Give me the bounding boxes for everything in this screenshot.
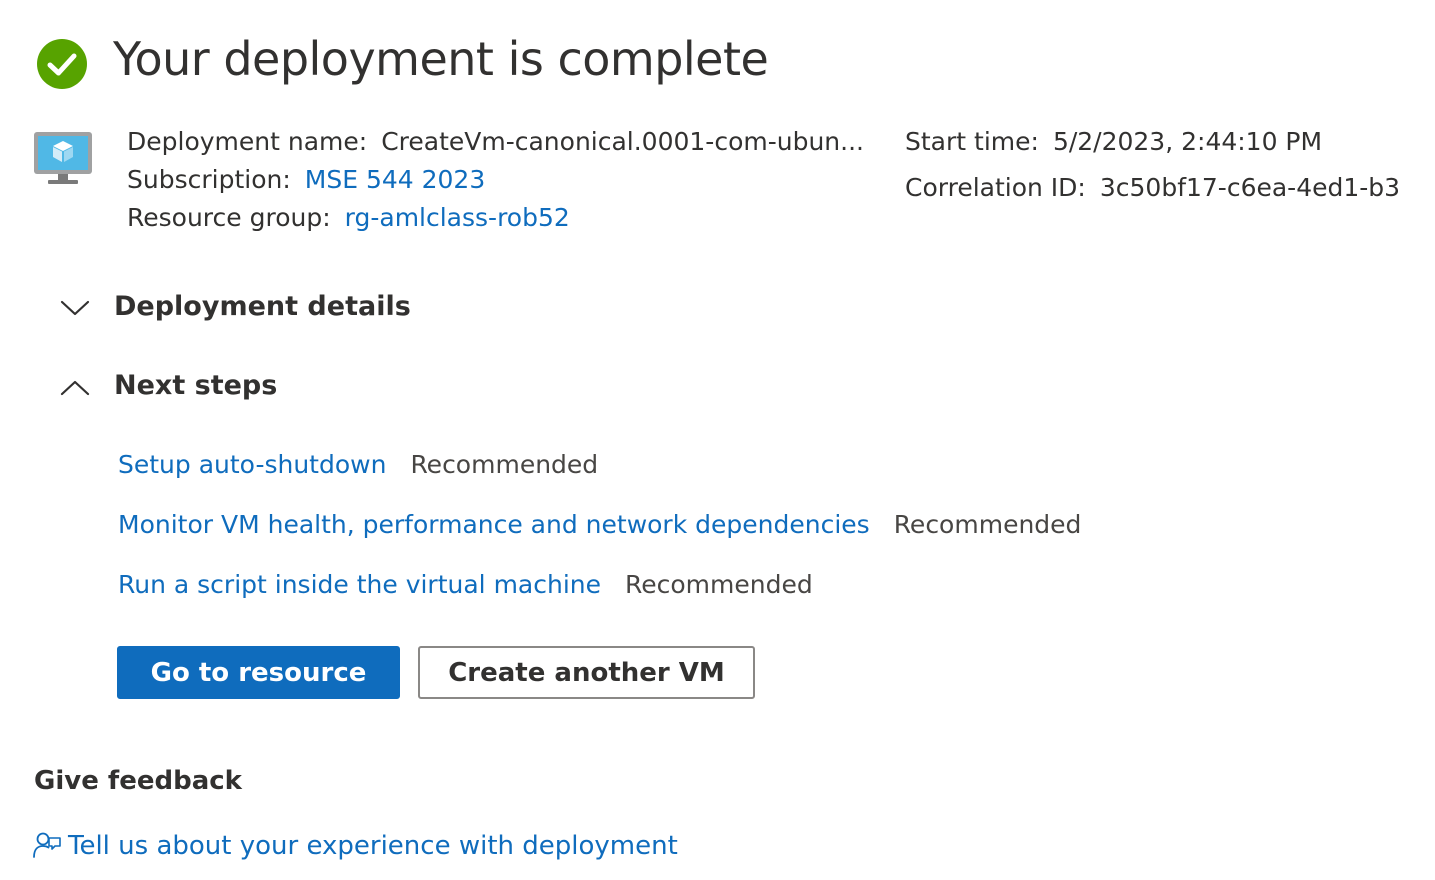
correlation-id-row: Correlation ID: 3c50bf17-c6ea-4ed1-b3: [905, 171, 1400, 205]
correlation-id-value: 3c50bf17-c6ea-4ed1-b3: [1099, 173, 1401, 202]
recommended-tag: Recommended: [410, 450, 599, 479]
deployment-name-label: Deployment name:: [127, 127, 368, 156]
run-script-link[interactable]: Run a script inside the virtual machine: [118, 570, 601, 599]
deployment-details-header[interactable]: Deployment details: [114, 289, 411, 325]
correlation-id-label: Correlation ID:: [905, 173, 1086, 202]
feedback-person-icon: [33, 832, 61, 858]
subscription-link[interactable]: MSE 544 2023: [305, 165, 485, 194]
resource-group-row: Resource group: rg-amlclass-rob52: [127, 201, 570, 235]
deployment-name-row: Deployment name: CreateVm-canonical.0001-…: [127, 125, 864, 159]
deployment-name-value: CreateVm-canonical.0001-com-ubun...: [381, 127, 864, 156]
give-feedback-heading: Give feedback: [34, 766, 242, 796]
feedback-link[interactable]: Tell us about your experience with deplo…: [68, 828, 678, 864]
next-step-item: Run a script inside the virtual machine R…: [118, 568, 813, 602]
start-time-row: Start time: 5/2/2023, 2:44:10 PM: [905, 125, 1322, 159]
check-circle-icon: [37, 39, 87, 89]
chevron-down-icon[interactable]: [60, 298, 90, 318]
page-title: Your deployment is complete: [113, 32, 769, 86]
chevron-up-icon[interactable]: [60, 378, 90, 398]
create-another-vm-button[interactable]: Create another VM: [418, 646, 755, 699]
monitor-vm-health-link[interactable]: Monitor VM health, performance and netwo…: [118, 510, 870, 539]
recommended-tag: Recommended: [625, 570, 813, 599]
next-steps-header[interactable]: Next steps: [114, 368, 277, 404]
setup-auto-shutdown-link[interactable]: Setup auto-shutdown: [118, 450, 386, 479]
start-time-value: 5/2/2023, 2:44:10 PM: [1052, 127, 1323, 156]
virtual-machine-icon: [34, 132, 92, 184]
resource-group-label: Resource group:: [127, 203, 331, 232]
subscription-label: Subscription:: [127, 165, 291, 194]
recommended-tag: Recommended: [893, 510, 1082, 539]
go-to-resource-button[interactable]: Go to resource: [117, 646, 400, 699]
next-step-item: Monitor VM health, performance and netwo…: [118, 508, 1081, 542]
resource-group-link[interactable]: rg-amlclass-rob52: [345, 203, 570, 232]
next-step-item: Setup auto-shutdown Recommended: [118, 448, 598, 482]
subscription-row: Subscription: MSE 544 2023: [127, 163, 485, 197]
start-time-label: Start time:: [905, 127, 1039, 156]
